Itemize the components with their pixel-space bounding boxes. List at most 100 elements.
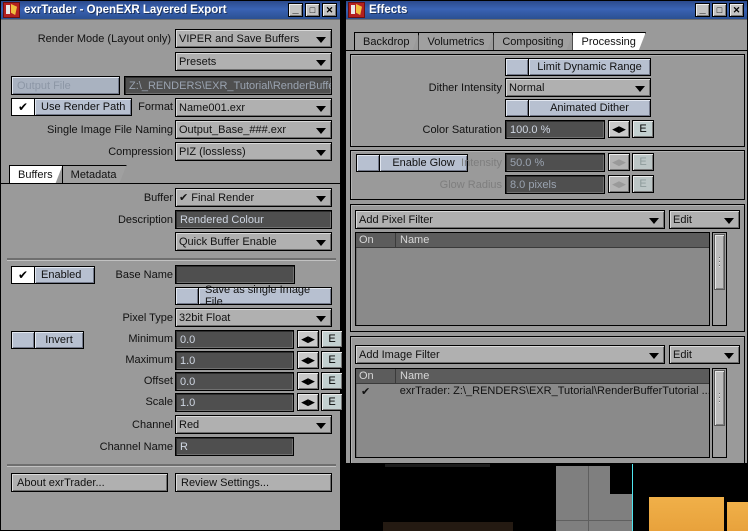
image-filter-edit-dropdown[interactable]: Edit: [669, 345, 740, 364]
minimum-envelope-button[interactable]: E: [321, 330, 343, 348]
tab-metadata[interactable]: Metadata: [62, 165, 127, 183]
pixel-filter-list[interactable]: On Name: [355, 232, 710, 326]
review-settings-label: Review Settings...: [181, 477, 269, 489]
close-button[interactable]: ✕: [322, 3, 337, 17]
offset-input[interactable]: 0.0: [175, 372, 294, 391]
screen: exrTrader - OpenEXR Layered Export _ □ ✕…: [0, 0, 748, 531]
tab-backdrop[interactable]: Backdrop: [354, 32, 419, 50]
buffer-dropdown[interactable]: ✔ Final Render: [175, 188, 332, 207]
chevron-down-icon: [316, 423, 326, 429]
preview-ceiling-strip: [385, 464, 490, 467]
image-filter-scroll-thumb[interactable]: [714, 370, 725, 426]
use-render-path-checkbox[interactable]: ✔: [11, 98, 35, 116]
image-filter-list[interactable]: On Name ✔ exrTrader: Z:\_RENDERS\EXR_Tut…: [355, 368, 710, 458]
animated-dither-checkbox[interactable]: [505, 99, 529, 117]
maximum-input[interactable]: 1.0: [175, 351, 294, 370]
maximize-icon: □: [306, 4, 319, 16]
image-filter-edit-label: Edit: [673, 349, 692, 361]
single-image-naming-label: Single Image File Naming: [21, 124, 173, 136]
maximize-button[interactable]: □: [305, 3, 320, 17]
channel-dropdown[interactable]: Red: [175, 415, 332, 434]
image-filter-row-name: exrTrader: Z:\_RENDERS\EXR_Tutorial\Rend…: [396, 385, 709, 397]
image-filter-scrollbar[interactable]: [712, 368, 727, 458]
output-file-button: Output File: [11, 76, 120, 95]
tab-compositing[interactable]: Compositing: [493, 32, 573, 50]
scale-label: Scale: [97, 396, 173, 408]
maximize-button[interactable]: □: [712, 3, 727, 17]
add-image-filter-dropdown[interactable]: Add Image Filter: [355, 345, 665, 364]
image-filter-row-on[interactable]: ✔: [356, 385, 396, 398]
add-image-filter-label: Add Image Filter: [359, 349, 440, 361]
pixel-filter-scroll-thumb[interactable]: [714, 234, 725, 290]
limit-dynamic-range-toggle[interactable]: Limit Dynamic Range: [505, 58, 651, 76]
numeric-row-maximum: Maximum 1.0 ◀▶ E: [1, 351, 342, 370]
format-dropdown[interactable]: Name001.exr: [175, 98, 332, 117]
minimum-input[interactable]: 0.0: [175, 330, 294, 349]
presets-dropdown[interactable]: Presets: [175, 52, 332, 71]
effects-body: Backdrop Volumetrics Compositing Process…: [346, 19, 747, 463]
minimum-spinner[interactable]: ◀▶: [297, 330, 319, 348]
envelope-icon: E: [328, 375, 335, 387]
tab-volumetrics[interactable]: Volumetrics: [418, 32, 494, 50]
render-mode-dropdown[interactable]: VIPER and Save Buffers: [175, 29, 332, 48]
effects-titlebar[interactable]: Effects _ □ ✕: [346, 1, 747, 19]
quick-buffer-enable-value: Quick Buffer Enable: [179, 236, 277, 248]
pixel-type-dropdown[interactable]: 32bit Float: [175, 308, 332, 327]
base-name-label: Base Name: [107, 269, 173, 281]
add-pixel-filter-dropdown[interactable]: Add Pixel Filter: [355, 210, 665, 229]
render-preview: [345, 464, 748, 531]
quick-buffer-enable-dropdown[interactable]: Quick Buffer Enable: [175, 232, 332, 251]
pixel-filter-edit-label: Edit: [673, 214, 692, 226]
format-value: Name001.exr: [179, 102, 245, 114]
enabled-toggle[interactable]: ✔ Enabled: [11, 266, 95, 284]
exrtrader-window-buttons: _ □ ✕: [288, 3, 338, 17]
close-icon: ✕: [730, 4, 743, 16]
left-right-arrows-icon: ◀▶: [612, 124, 626, 135]
image-filter-col-on: On: [356, 369, 396, 383]
tab-buffers[interactable]: Buffers: [9, 165, 63, 183]
base-name-input[interactable]: [175, 265, 295, 284]
compression-dropdown[interactable]: PIZ (lossless): [175, 142, 332, 161]
channel-name-input[interactable]: R: [175, 437, 294, 456]
about-exrtrader-button[interactable]: About exrTrader...: [11, 473, 168, 492]
review-settings-button[interactable]: Review Settings...: [175, 473, 332, 492]
color-saturation-input[interactable]: 100.0 %: [505, 120, 605, 139]
pixel-filter-edit-dropdown[interactable]: Edit: [669, 210, 740, 229]
color-saturation-spinner[interactable]: ◀▶: [608, 120, 630, 138]
pixel-filter-scrollbar[interactable]: [712, 232, 727, 326]
scale-spinner[interactable]: ◀▶: [297, 393, 319, 411]
use-render-path-toggle[interactable]: ✔ Use Render Path: [11, 98, 132, 116]
offset-spinner[interactable]: ◀▶: [297, 372, 319, 390]
save-single-toggle[interactable]: Save as single Image File: [175, 287, 332, 305]
compression-label: Compression: [21, 146, 173, 158]
minimize-button[interactable]: _: [695, 3, 710, 17]
image-filter-col-name: Name: [396, 370, 429, 382]
single-image-naming-dropdown[interactable]: Output_Base_###.exr: [175, 120, 332, 139]
enabled-checkbox[interactable]: ✔: [11, 266, 35, 284]
scale-envelope-button[interactable]: E: [321, 393, 343, 411]
chevron-down-icon: [316, 60, 326, 66]
dither-intensity-dropdown[interactable]: Normal: [505, 78, 651, 97]
close-button[interactable]: ✕: [729, 3, 744, 17]
maximum-envelope-button[interactable]: E: [321, 351, 343, 369]
description-label: Description: [91, 214, 173, 226]
table-row[interactable]: ✔ exrTrader: Z:\_RENDERS\EXR_Tutorial\Re…: [356, 384, 709, 398]
scale-input[interactable]: 1.0: [175, 393, 294, 412]
save-single-checkbox[interactable]: [175, 287, 199, 305]
chevron-down-icon: [649, 353, 659, 359]
color-saturation-envelope-button[interactable]: E: [632, 120, 654, 138]
divider-1: [7, 258, 336, 261]
description-input[interactable]: Rendered Colour: [175, 210, 332, 229]
animated-dither-toggle[interactable]: Animated Dither: [505, 99, 651, 117]
exrtrader-titlebar[interactable]: exrTrader - OpenEXR Layered Export _ □ ✕: [1, 1, 340, 19]
minimize-button[interactable]: _: [288, 3, 303, 17]
offset-envelope-button[interactable]: E: [321, 372, 343, 390]
maximum-spinner[interactable]: ◀▶: [297, 351, 319, 369]
limit-dynamic-range-checkbox[interactable]: [505, 58, 529, 76]
color-saturation-label: Color Saturation: [402, 124, 502, 136]
check-icon: ✔: [18, 100, 28, 114]
enable-glow-checkbox[interactable]: [356, 154, 380, 172]
tab-processing[interactable]: Processing: [572, 32, 645, 50]
chevron-down-icon: [724, 353, 734, 359]
render-mode-label: Render Mode (Layout only): [21, 33, 171, 45]
